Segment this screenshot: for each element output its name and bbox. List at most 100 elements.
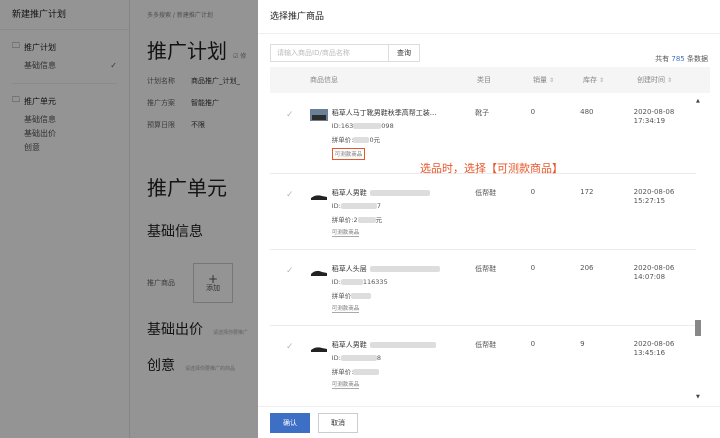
column-header-category: 类目 bbox=[477, 76, 491, 84]
sort-icon[interactable]: ⇕ bbox=[599, 77, 604, 84]
annotation-callout: 选品时，选择【可测款商品】 bbox=[420, 162, 563, 175]
product-thumbnail bbox=[310, 347, 327, 352]
id-tail: 7 bbox=[376, 202, 382, 210]
scroll-thumb[interactable] bbox=[695, 320, 701, 336]
column-header-time[interactable]: 创建时间 ⇕ bbox=[637, 75, 700, 85]
product-price: 拼单价:2 元 bbox=[332, 214, 472, 224]
name-text: 稻草人男鞋 bbox=[331, 189, 367, 197]
date-text: 2020-08-06 bbox=[633, 340, 675, 348]
product-price: 拼单价: bbox=[332, 366, 472, 376]
price-tail: 0元 bbox=[369, 136, 381, 144]
column-label: 创建时间 bbox=[637, 76, 665, 84]
table-header: 商品信息 类目 销量 ⇕ 库存 ⇕ 创建时间 ⇕ bbox=[270, 67, 710, 93]
drawer-toolbar: 请输入商品ID/商品名称 查询 共有 785 条数据 bbox=[258, 34, 720, 64]
column-header-sales[interactable]: 销量 ⇕ bbox=[533, 75, 583, 85]
price-text: 拼单价: bbox=[331, 136, 354, 144]
category-cell: 低帮鞋 bbox=[475, 265, 497, 273]
name-text: 稻草人头层 bbox=[331, 265, 367, 273]
product-price: 拼单价: 0元 bbox=[332, 134, 472, 144]
stock-cell: 480 bbox=[580, 108, 594, 116]
sales-cell: 0 bbox=[530, 264, 536, 272]
row-check-icon[interactable]: ✓ bbox=[270, 94, 310, 173]
date-text: 2020-08-08 bbox=[633, 108, 675, 116]
product-id: ID:163 098 bbox=[332, 122, 472, 130]
confirm-button[interactable]: 确认 bbox=[270, 412, 310, 433]
table-body: ✓ 稻草人马丁靴男鞋秋季高帮工装... ID:163 098 拼单价: 0元 可测款… bbox=[270, 94, 710, 400]
id-text: ID: bbox=[331, 278, 341, 286]
row-check-icon[interactable]: ✓ bbox=[270, 174, 310, 249]
category-cell: 低帮鞋 bbox=[475, 341, 497, 349]
price-text: 拼单价 bbox=[331, 292, 352, 300]
product-thumbnail bbox=[310, 270, 327, 276]
time-cell: 2020-08-08 17:34:19 bbox=[634, 94, 696, 173]
table-row[interactable]: ✓ 稻草人头层 ID: 116335 拼单价 可测款商品 低帮鞋 0 206 20… bbox=[270, 250, 696, 326]
product-info: 稻草人男鞋 ID: 7 拼单价:2 元 可测款商品 bbox=[310, 174, 475, 249]
column-label: 销量 bbox=[533, 76, 547, 84]
id-text: ID:163 bbox=[331, 122, 354, 130]
id-text: ID: bbox=[331, 354, 341, 362]
product-name: 稻草人男鞋 bbox=[332, 340, 472, 350]
product-id: ID: 7 bbox=[332, 202, 472, 210]
product-thumbnail bbox=[309, 109, 328, 121]
product-thumbnail bbox=[310, 195, 327, 200]
column-header-stock[interactable]: 库存 ⇕ bbox=[583, 75, 637, 85]
scroll-up-icon[interactable]: ▲ bbox=[696, 98, 700, 104]
testable-tag: 可测款商品 bbox=[331, 306, 360, 313]
column-header-info: 商品信息 bbox=[310, 76, 338, 84]
sales-cell: 0 bbox=[530, 340, 536, 348]
row-check-icon[interactable]: ✓ bbox=[270, 250, 310, 325]
price-text: 拼单价:2 bbox=[331, 216, 358, 224]
count-value: 785 bbox=[671, 55, 685, 63]
product-id: ID: 116335 bbox=[332, 278, 472, 286]
product-info: 稻草人头层 ID: 116335 拼单价 可测款商品 bbox=[310, 250, 475, 325]
product-info: 稻草人男鞋 ID: 8 拼单价: 可测款商品 bbox=[310, 326, 475, 400]
stock-cell: 172 bbox=[580, 188, 594, 196]
row-check-icon[interactable]: ✓ bbox=[270, 326, 310, 400]
table-scrollbar[interactable]: ▲ ▼ bbox=[694, 94, 702, 400]
stock-cell: 9 bbox=[580, 340, 585, 348]
count-suffix: 条数据 bbox=[687, 55, 708, 63]
time-cell: 2020-08-06 13:45:16 bbox=[634, 326, 696, 400]
drawer-title: 选择推广商品 bbox=[258, 0, 720, 34]
time-cell: 2020-08-06 14:07:08 bbox=[634, 250, 696, 325]
stock-cell: 206 bbox=[580, 264, 594, 272]
id-tail: 116335 bbox=[362, 278, 388, 286]
cancel-button[interactable]: 取消 bbox=[318, 412, 358, 433]
sales-cell: 0 bbox=[530, 188, 536, 196]
sort-icon[interactable]: ⇕ bbox=[549, 77, 554, 84]
column-label: 库存 bbox=[583, 76, 597, 84]
drawer-footer: 确认 取消 bbox=[258, 406, 720, 438]
table-row[interactable]: ✓ 稻草人男鞋 ID: 8 拼单价: 可测款商品 低帮鞋 0 9 2020-08-… bbox=[270, 326, 696, 400]
time-text: 15:27:15 bbox=[633, 197, 666, 205]
date-text: 2020-08-06 bbox=[633, 188, 675, 196]
result-count: 共有 785 条数据 bbox=[655, 54, 708, 64]
time-cell: 2020-08-06 15:27:15 bbox=[634, 174, 696, 249]
testable-tag: 可测款商品 bbox=[331, 230, 360, 237]
time-text: 13:45:16 bbox=[633, 349, 666, 357]
select-product-drawer: 选择推广商品 请输入商品ID/商品名称 查询 共有 785 条数据 商品信息 类… bbox=[258, 0, 720, 438]
product-name: 稻草人马丁靴男鞋秋季高帮工装... bbox=[331, 109, 437, 117]
price-tail: 元 bbox=[375, 216, 383, 224]
name-text: 稻草人男鞋 bbox=[331, 341, 367, 349]
product-price: 拼单价 bbox=[332, 290, 472, 300]
id-text: ID: bbox=[331, 202, 341, 210]
date-text: 2020-08-06 bbox=[633, 264, 675, 272]
id-tail: 8 bbox=[376, 354, 382, 362]
product-name: 稻草人头层 bbox=[332, 264, 472, 274]
testable-tag: 可测款商品 bbox=[331, 148, 366, 160]
scroll-down-icon[interactable]: ▼ bbox=[696, 394, 700, 400]
time-text: 17:34:19 bbox=[633, 117, 666, 125]
category-cell: 低帮鞋 bbox=[475, 189, 497, 197]
sort-icon[interactable]: ⇕ bbox=[667, 77, 672, 84]
price-text: 拼单价: bbox=[331, 368, 354, 376]
search-box: 请输入商品ID/商品名称 查询 bbox=[270, 44, 420, 62]
table-row[interactable]: ✓ 稻草人男鞋 ID: 7 拼单价:2 元 可测款商品 低帮鞋 0 172 2020… bbox=[270, 174, 696, 250]
search-button[interactable]: 查询 bbox=[389, 45, 419, 61]
product-id: ID: 8 bbox=[332, 354, 472, 362]
count-prefix: 共有 bbox=[655, 55, 670, 63]
search-input[interactable]: 请输入商品ID/商品名称 bbox=[271, 45, 389, 61]
id-tail: 098 bbox=[381, 122, 394, 130]
time-text: 14:07:08 bbox=[633, 273, 666, 281]
product-name: 稻草人男鞋 bbox=[332, 188, 472, 198]
testable-tag: 可测款商品 bbox=[331, 382, 360, 389]
